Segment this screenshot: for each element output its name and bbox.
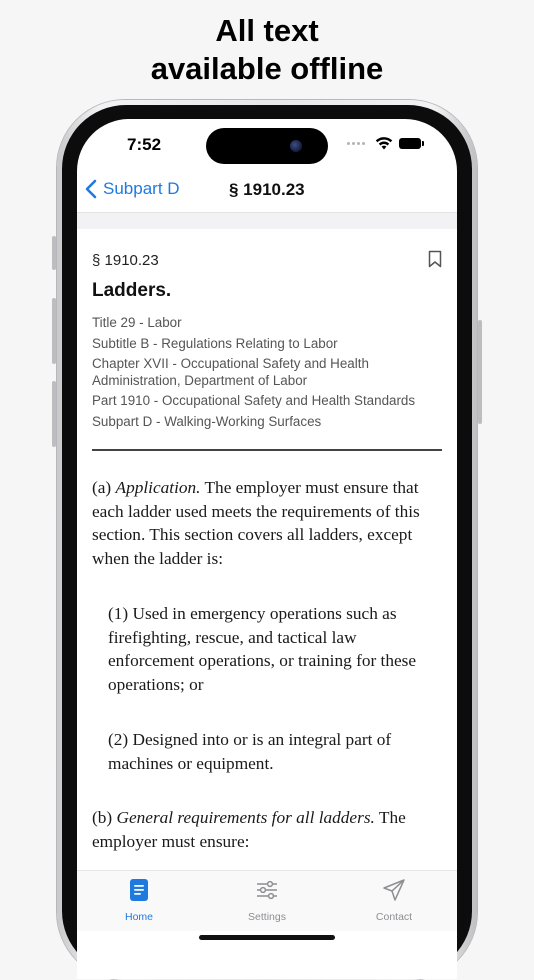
tab-settings[interactable]: Settings [222, 877, 312, 923]
nav-divider [77, 212, 457, 229]
section-divider [92, 449, 442, 451]
battery-icon [399, 138, 424, 149]
hierarchy-subpart: Subpart D - Walking-Working Surfaces [92, 413, 322, 429]
tab-settings-label: Settings [248, 911, 286, 923]
wifi-icon [375, 137, 393, 150]
volume-up-button [52, 298, 56, 364]
home-indicator[interactable] [199, 935, 335, 940]
promo-headline: All text available offline [0, 12, 534, 88]
chevron-left-icon [85, 179, 97, 199]
status-indicators [347, 137, 424, 150]
hierarchy-chapter: Chapter XVII - Occupational Safety and H… [92, 356, 369, 388]
nav-title: § 1910.23 [229, 180, 305, 199]
section-number: § 1910.23 [92, 252, 159, 269]
app-screen: 7:52 Subpart D § 1910.23 § 1910.23 Ladde… [77, 119, 457, 979]
hierarchy-subtitle: Subtitle B - Regulations Relating to Lab… [92, 335, 338, 351]
tab-bar: Home Settings Contact [77, 870, 457, 931]
silent-switch [52, 236, 56, 270]
paragraph-a: (a) Application. The employer must ensur… [92, 476, 444, 570]
volume-down-button [52, 381, 56, 447]
paper-plane-icon [349, 877, 439, 903]
paragraph-a1: (1) Used in emergency operations such as… [108, 604, 417, 694]
hierarchy-part: Part 1910 - Occupational Safety and Heal… [92, 393, 416, 408]
dynamic-island [206, 128, 328, 164]
headline-line-2: available offline [150, 51, 384, 86]
back-button[interactable]: Subpart D [85, 179, 180, 199]
tab-home[interactable]: Home [94, 877, 184, 923]
hierarchy-title: Title 29 - Labor [92, 315, 182, 330]
power-button [478, 320, 482, 424]
bookmark-icon [428, 250, 442, 268]
paragraph-b-heading: General requirements for all ladders. [116, 808, 375, 827]
bookmark-button[interactable] [428, 250, 442, 273]
tab-home-label: Home [124, 911, 153, 923]
paragraph-a-label: (a) [92, 478, 116, 497]
hierarchy-list: Title 29 - Labor Subtitle B - Regulation… [92, 315, 444, 434]
section-title: Ladders. [92, 280, 172, 301]
camera-icon [290, 140, 302, 152]
sliders-icon [222, 877, 312, 903]
status-time: 7:52 [127, 135, 162, 154]
signal-icon [347, 142, 365, 145]
paragraph-b-label: (b) [92, 808, 117, 827]
tab-contact[interactable]: Contact [349, 877, 439, 923]
paragraph-a2: (2) Designed into or is an integral part… [108, 730, 392, 773]
tab-contact-label: Contact [375, 911, 413, 923]
back-button-label: Subpart D [103, 179, 180, 198]
paragraph-a-heading: Application. [115, 478, 201, 497]
document-icon [94, 877, 184, 903]
headline-line-1: All text [215, 13, 319, 48]
paragraph-b: (b) General requirements for all ladders… [92, 806, 444, 853]
navigation-bar: Subpart D § 1910.23 [77, 171, 457, 213]
